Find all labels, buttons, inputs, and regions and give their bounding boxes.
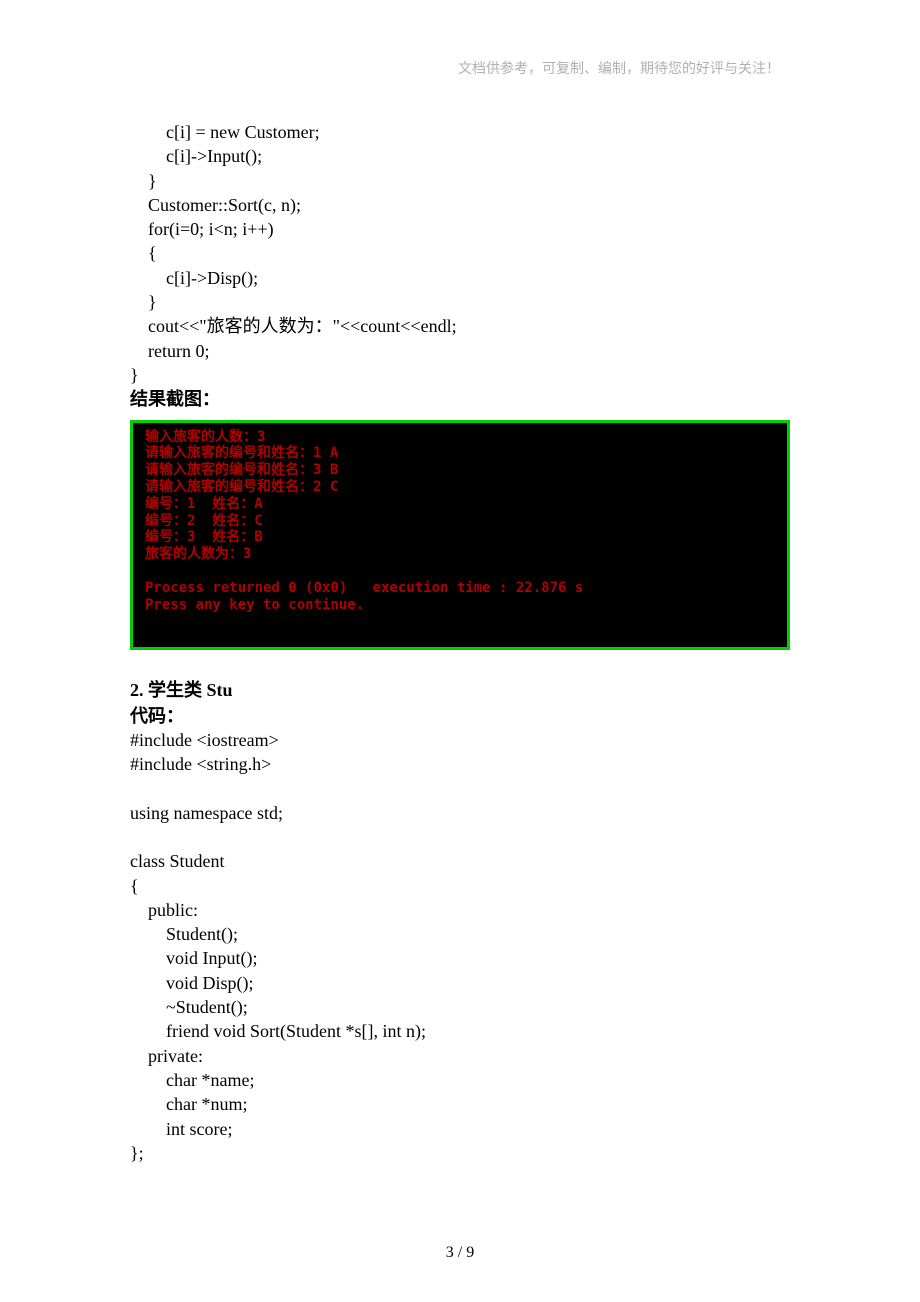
console-output: 输入旅客的人数：3请输入旅客的编号和姓名：1 A请输入旅客的编号和姓名：3 B请… [133,423,787,648]
console-line: 请输入旅客的编号和姓名：3 B [145,462,775,479]
console-line: Process returned 0 (0x0) execution time … [145,580,775,597]
console-line: 编号：2 姓名：C [145,513,775,530]
code-label: 代码： [130,704,790,728]
console-window: 输入旅客的人数：3请输入旅客的编号和姓名：1 A请输入旅客的编号和姓名：3 B请… [130,420,790,651]
console-line: 输入旅客的人数：3 [145,429,775,446]
console-line: 旅客的人数为：3 [145,546,775,563]
console-line: 编号：3 姓名：B [145,529,775,546]
console-line: 编号：1 姓名：A [145,496,775,513]
result-screenshot-label: 结果截图： [130,387,790,411]
code-block-2: #include <iostream> #include <string.h> … [130,728,790,1165]
page-number: 3 / 9 [0,1244,920,1262]
console-line: 请输入旅客的编号和姓名：2 C [145,479,775,496]
header-note: 文档供参考，可复制、编制，期待您的好评与关注！ [130,58,790,78]
section-2-title: 2. 学生类 Stu [130,678,790,703]
console-line: 请输入旅客的编号和姓名：1 A [145,445,775,462]
document-page: 文档供参考，可复制、编制，期待您的好评与关注！ c[i] = new Custo… [0,0,920,1165]
console-line: Press any key to continue. [145,597,775,614]
console-line [145,563,775,580]
code-block-1: c[i] = new Customer; c[i]->Input(); } Cu… [130,120,790,387]
